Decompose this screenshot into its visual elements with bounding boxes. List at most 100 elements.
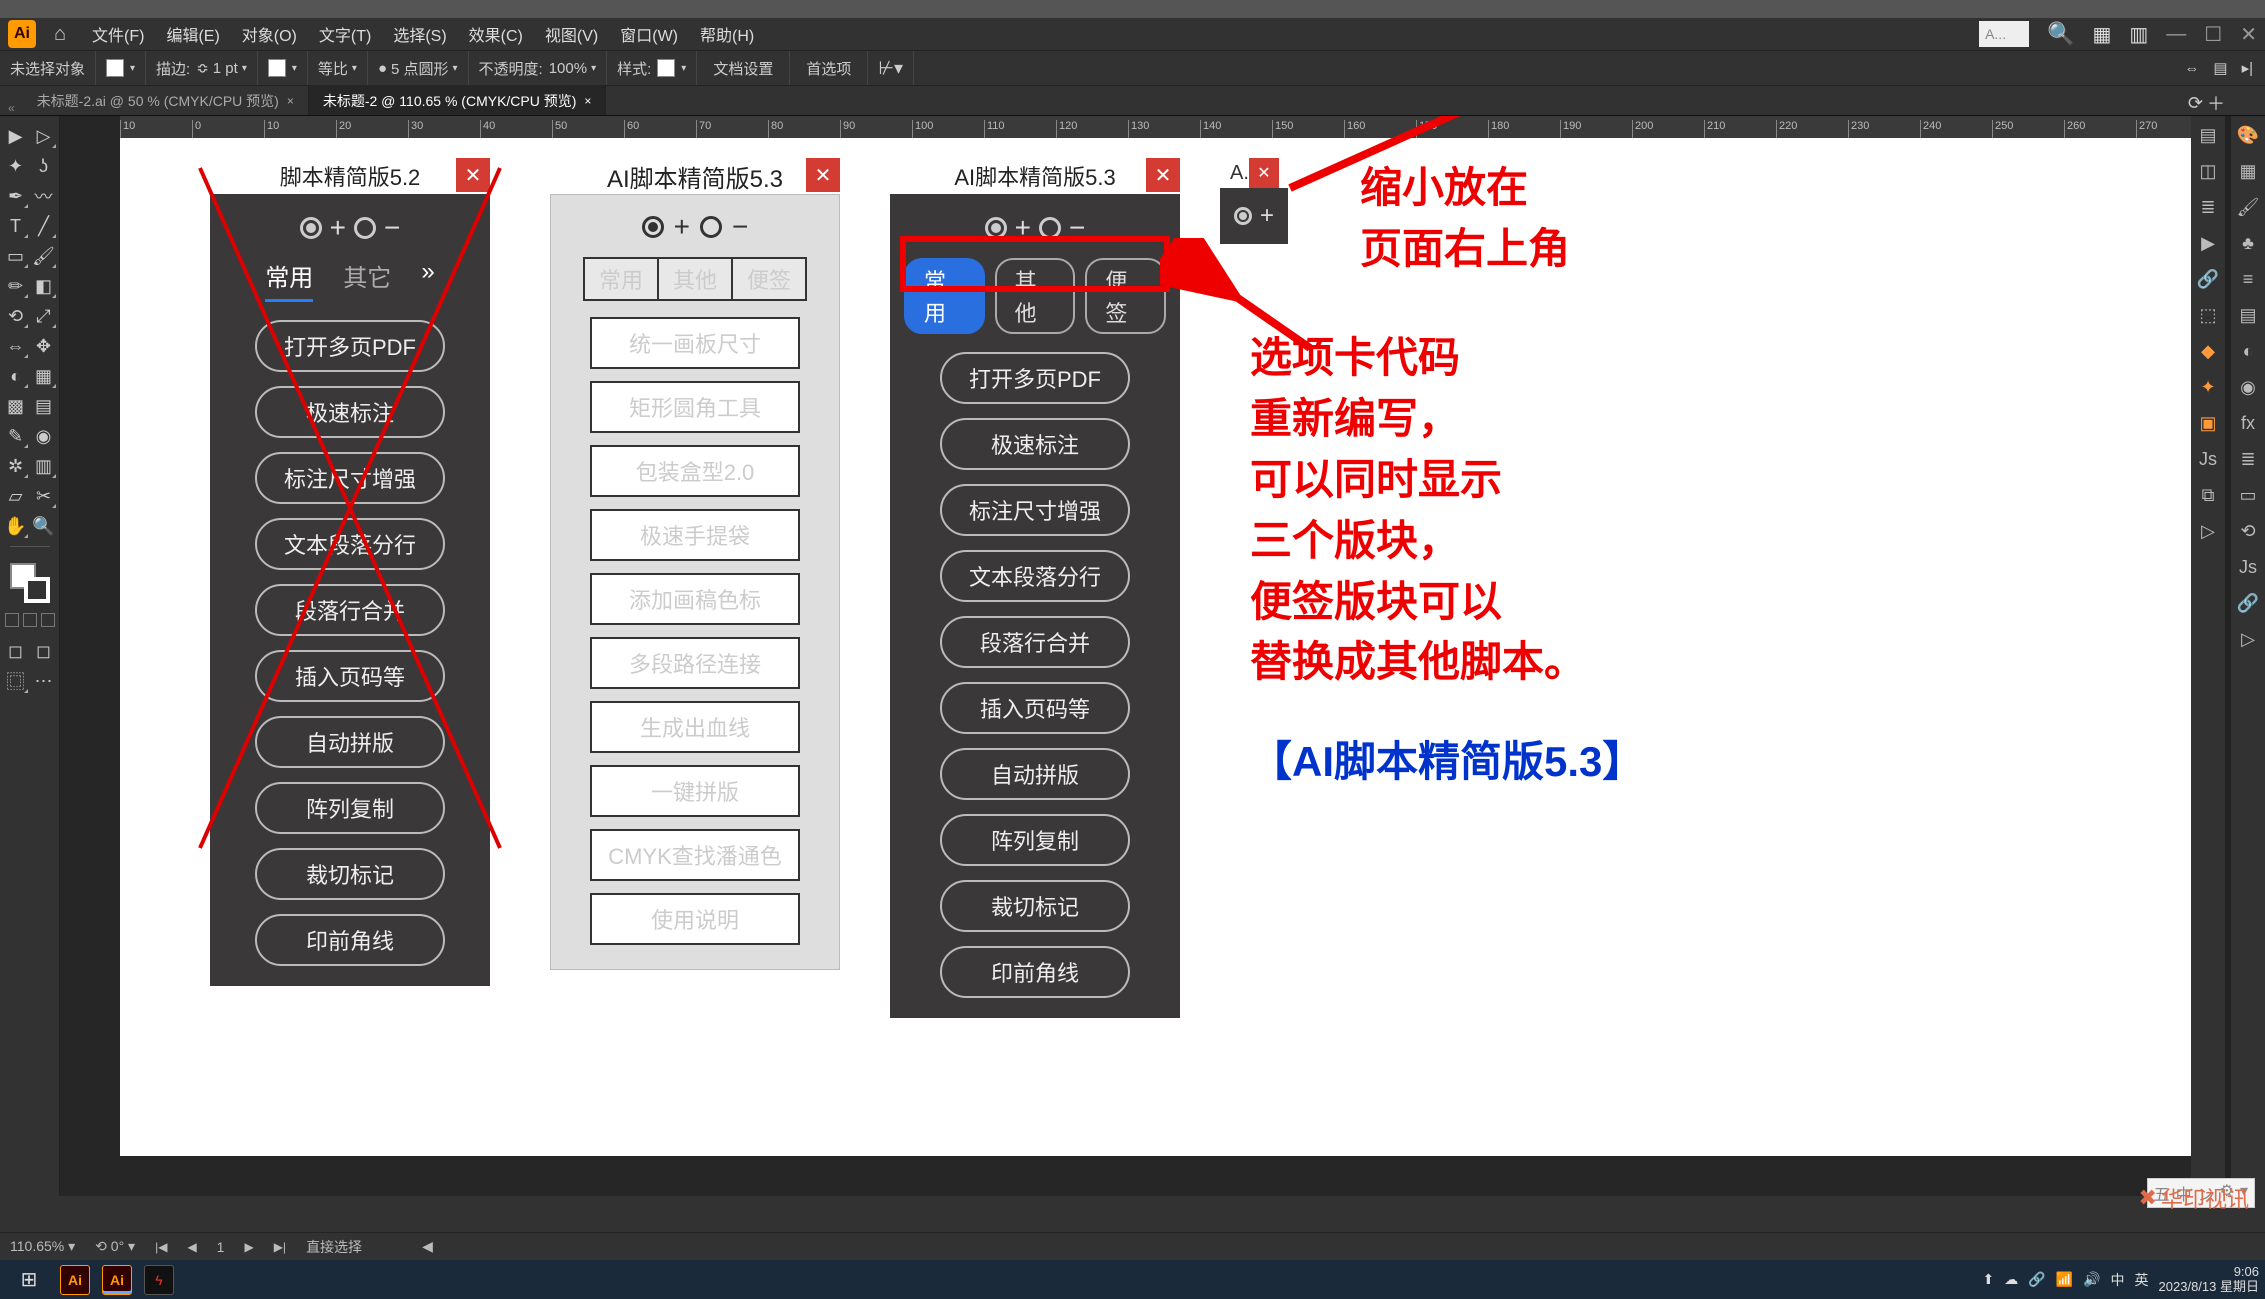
edit-toolbar[interactable]: ⋯ <box>30 667 58 695</box>
script-button[interactable]: 极速标注 <box>940 418 1130 470</box>
zoom-dropdown[interactable]: 110.65% ▾ <box>10 1238 75 1255</box>
rotate-tool[interactable]: ⟲ <box>2 302 30 330</box>
eraser-tool[interactable]: ◧ <box>30 272 58 300</box>
script-button[interactable]: 打开多页PDF <box>940 352 1130 404</box>
zoom-tool[interactable]: 🔍 <box>30 512 58 540</box>
draw-mode-behind[interactable]: ◻ <box>30 637 58 665</box>
align-icon[interactable]: ⊬▾ <box>878 58 903 79</box>
plugin-panel-2-icon[interactable]: ✦ <box>2195 374 2221 400</box>
panel-tab-common[interactable]: 常用 <box>583 257 659 301</box>
close-tab-icon[interactable]: × <box>584 94 591 108</box>
panel-tab-other[interactable]: 其它 <box>343 258 391 302</box>
color-mode-btn[interactable] <box>5 613 19 627</box>
graphic-styles-panel-icon[interactable]: fx <box>2235 410 2261 436</box>
radio-unselected[interactable] <box>700 216 722 238</box>
taskbar-app-ai-2[interactable]: Ai <box>102 1265 132 1295</box>
perspective-tool[interactable]: ▦ <box>30 362 58 390</box>
add-icon[interactable]: ＋ <box>2207 90 2225 116</box>
plugin-panel-chain-icon[interactable]: ⧉ <box>2195 482 2221 508</box>
layers-panel-icon[interactable]: ≣ <box>2195 194 2221 220</box>
panel-toggle-icon[interactable]: ⇔ <box>2184 60 2199 77</box>
script-button[interactable]: 统一画板尺寸 <box>590 317 800 369</box>
libraries-panel-icon[interactable]: ◫ <box>2195 158 2221 184</box>
gradient-mode-btn[interactable] <box>23 613 37 627</box>
script-button[interactable]: 一键拼版 <box>590 765 800 817</box>
shaper-tool[interactable]: ✏ <box>2 272 30 300</box>
color-panel-icon[interactable]: 🎨 <box>2235 122 2261 148</box>
canvas-viewport[interactable]: 1001020304050607080901001101201301401501… <box>60 116 2265 1196</box>
script-button[interactable]: 自动拼版 <box>940 748 1130 800</box>
line-tool[interactable]: ╱ <box>30 212 58 240</box>
script-button[interactable]: 多段路径连接 <box>590 637 800 689</box>
script-button[interactable]: 添加画稿色标 <box>590 573 800 625</box>
play2-panel-icon[interactable]: ▷ <box>2235 626 2261 652</box>
doc-tab-1[interactable]: 未标题-2.ai @ 50 % (CMYK/CPU 预览)× <box>23 85 309 115</box>
menu-type[interactable]: 文字(T) <box>319 22 371 46</box>
mesh-tool[interactable]: ▩ <box>2 392 30 420</box>
prefs-button[interactable]: 首选项 <box>800 58 857 79</box>
radio-selected[interactable] <box>642 216 664 238</box>
play-panel-icon[interactable]: ▷ <box>2195 518 2221 544</box>
style-swatch[interactable] <box>657 59 675 77</box>
title-search-box[interactable]: A... <box>1979 21 2029 47</box>
pen-tool[interactable]: ✒ <box>2 182 30 210</box>
arrange-docs-icon[interactable]: ▦ <box>2092 22 2111 47</box>
layers2-panel-icon[interactable]: ≣ <box>2235 446 2261 472</box>
links2-panel-icon[interactable]: 🔗 <box>2235 590 2261 616</box>
scroll-left-icon[interactable]: ◀ <box>422 1238 433 1255</box>
hand-tool[interactable]: ✋ <box>2 512 30 540</box>
fill-stroke-swatches[interactable] <box>8 561 52 605</box>
workspace-icon[interactable]: ▥ <box>2129 22 2148 47</box>
script-button[interactable]: 标注尺寸增强 <box>255 452 445 504</box>
symbol-spray-tool[interactable]: ✲ <box>2 452 30 480</box>
slice-tool[interactable]: ✂ <box>30 482 58 510</box>
script-button[interactable]: 插入页码等 <box>255 650 445 702</box>
artboards-panel-icon[interactable]: ▭ <box>2235 482 2261 508</box>
gradient-panel-icon[interactable]: ▤ <box>2235 302 2261 328</box>
radio-unselected[interactable] <box>354 217 376 239</box>
properties-panel-icon[interactable]: ▤ <box>2195 122 2221 148</box>
blend-tool[interactable]: ◉ <box>30 422 58 450</box>
script-button[interactable]: 生成出血线 <box>590 701 800 753</box>
tray-wifi-icon[interactable]: 📶 <box>2056 1271 2073 1288</box>
panel-tab-more-icon[interactable]: » <box>421 258 434 302</box>
minimize-button[interactable]: — <box>2166 23 2186 46</box>
transparency-panel-icon[interactable]: ◐ <box>2235 338 2261 364</box>
eyedropper-tool[interactable]: ✎ <box>2 422 30 450</box>
stroke-weight-dropdown[interactable]: ≎ 1 pt ▾ <box>196 59 247 77</box>
doc-tab-2[interactable]: 未标题-2 @ 110.65 % (CMYK/CPU 预览)× <box>309 85 607 115</box>
taskbar-app-other[interactable]: ϟ <box>144 1265 174 1295</box>
history-panel-icon[interactable]: ⟲ <box>2235 518 2261 544</box>
artboard-index[interactable]: 1 <box>217 1239 225 1255</box>
script-button[interactable]: 段落行合并 <box>940 616 1130 668</box>
uniform-dropdown[interactable]: 等比 ▾ <box>318 58 357 79</box>
stroke-swatch[interactable] <box>268 59 286 77</box>
swatches-panel-icon[interactable]: ▦ <box>2235 158 2261 184</box>
panel-menu-icon[interactable]: ▤ <box>2213 59 2227 77</box>
menu-edit[interactable]: 编辑(E) <box>166 22 219 46</box>
panel-tab-notes[interactable]: 便签 <box>731 257 807 301</box>
script-button[interactable]: 裁切标记 <box>255 848 445 900</box>
magic-wand-tool[interactable]: ✦ <box>2 152 30 180</box>
script-button[interactable]: 打开多页PDF <box>255 320 445 372</box>
menu-select[interactable]: 选择(S) <box>393 22 446 46</box>
menu-object[interactable]: 对象(O) <box>242 22 297 46</box>
screen-mode[interactable]: ⿴ <box>2 667 30 695</box>
opacity-dropdown[interactable]: 100% ▾ <box>549 60 596 77</box>
brush-dropdown[interactable]: ● 5 点圆形 ▾ <box>378 58 458 79</box>
plugin-panel-3-icon[interactable]: ▣ <box>2195 410 2221 436</box>
panel-tab-other[interactable]: 其他 <box>657 257 733 301</box>
none-mode-btn[interactable] <box>41 613 55 627</box>
script-button[interactable]: 插入页码等 <box>940 682 1130 734</box>
script-button[interactable]: 使用说明 <box>590 893 800 945</box>
asset-panel-icon[interactable]: ⬚ <box>2195 302 2221 328</box>
script-button[interactable]: 阵列复制 <box>940 814 1130 866</box>
menu-help[interactable]: 帮助(H) <box>700 22 754 46</box>
script-button[interactable]: 阵列复制 <box>255 782 445 834</box>
script-button[interactable]: 自动拼版 <box>255 716 445 768</box>
tray-ime-cn-icon[interactable]: 中 <box>2111 1270 2125 1290</box>
home-icon[interactable]: ⌂ <box>46 20 74 48</box>
taskbar-app-ai-1[interactable]: Ai <box>60 1265 90 1295</box>
appearance-panel-icon[interactable]: ◉ <box>2235 374 2261 400</box>
menu-effect[interactable]: 效果(C) <box>469 22 523 46</box>
